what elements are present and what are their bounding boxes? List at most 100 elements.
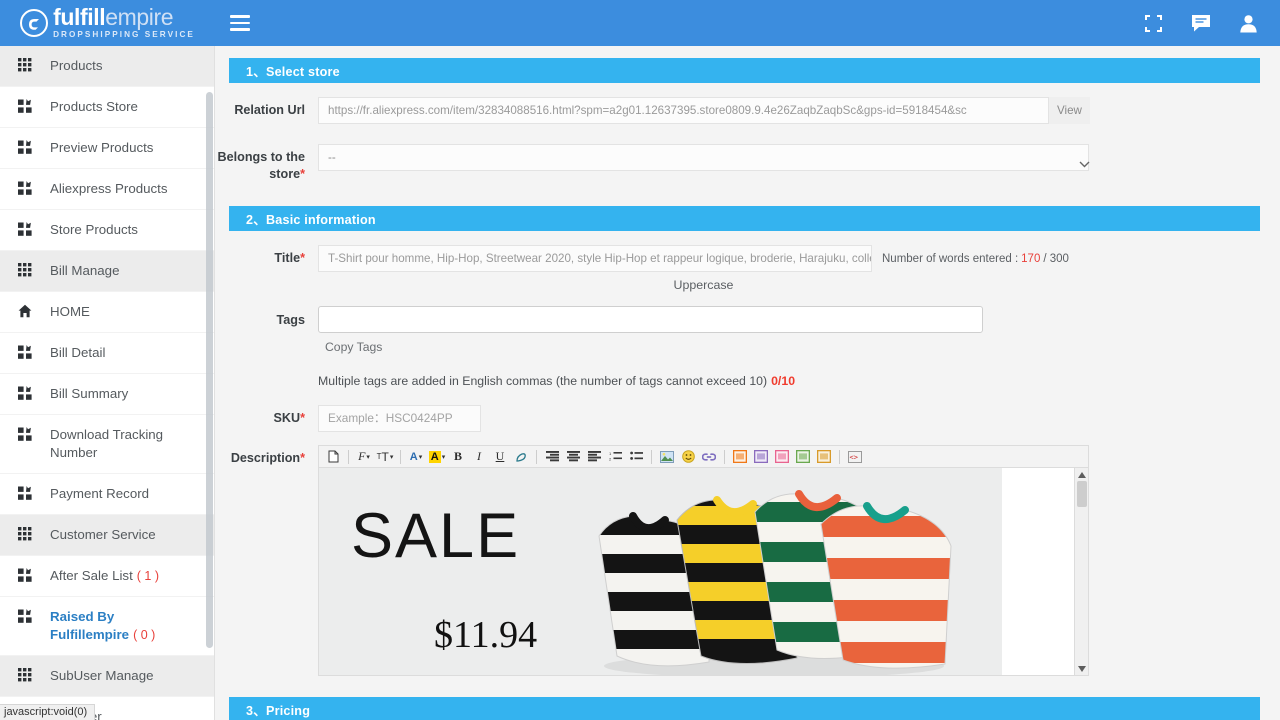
insert-file-icon[interactable] — [814, 447, 834, 466]
brand-wordmark: fulfillempire DROPSHIPPING SERVICE — [53, 6, 195, 39]
form-row-title: Title* T-Shirt pour homme, Hip-Hop, Stre… — [215, 245, 1280, 298]
banner-price-text: $11.94 — [434, 613, 537, 657]
sidebar-item-label: Raised By Fulfillempire — [50, 609, 129, 642]
section-header-basic-information: 2、Basic information — [229, 206, 1260, 231]
grid-9-dots-icon — [14, 263, 36, 277]
insert-anchor-icon[interactable] — [772, 447, 792, 466]
brand-name-bold: fulfill — [53, 4, 105, 30]
brand-name-light: empire — [105, 4, 173, 30]
editor-scrollbar[interactable] — [1074, 468, 1088, 675]
sidebar-item-bill-detail[interactable]: Bill Detail — [0, 333, 214, 374]
toolbar-separator — [651, 450, 652, 464]
svg-text:<>: <> — [850, 453, 858, 461]
toolbar-separator — [348, 450, 349, 464]
sidebar-item-label: Download Tracking Number — [50, 427, 163, 460]
title-input[interactable]: T-Shirt pour homme, Hip-Hop, Streetwear … — [318, 245, 872, 272]
sidebar-item-badge: ( 0 ) — [133, 628, 155, 642]
user-avatar-icon[interactable] — [1239, 14, 1258, 33]
sidebar-item-text-wrap: Bill Summary — [50, 385, 128, 403]
font-family-icon[interactable]: F▾ — [354, 447, 374, 466]
sidebar-item-products[interactable]: Products — [0, 46, 214, 87]
underline-icon[interactable]: U — [490, 447, 510, 466]
sidebar-navigation[interactable]: ProductsProducts StorePreview Products Al… — [0, 46, 215, 720]
sidebar-item-home[interactable]: HOME — [0, 292, 214, 333]
form-row-sku: SKU* Example：HSC0424PP — [215, 405, 1280, 432]
editor-content-area[interactable]: SALE $11.94 — [319, 468, 1088, 675]
sidebar-item-customer-service[interactable]: Customer Service — [0, 515, 214, 556]
chat-bubble-icon[interactable] — [1191, 14, 1211, 33]
sidebar-item-products-store[interactable]: Products Store — [0, 87, 214, 128]
view-button[interactable]: View — [1049, 97, 1090, 124]
clear-format-icon[interactable] — [511, 447, 531, 466]
emoji-icon[interactable] — [678, 447, 698, 466]
scroll-down-arrow-icon[interactable] — [1075, 662, 1088, 675]
sku-control: Example：HSC0424PP — [318, 405, 481, 432]
bold-icon[interactable]: B — [448, 447, 468, 466]
tags-input[interactable] — [318, 306, 983, 333]
brand-logo-area[interactable]: fulfillempire DROPSHIPPING SERVICE — [0, 0, 215, 46]
highlight-color-icon[interactable]: A▾ — [427, 447, 447, 466]
sidebar-item-preview-products[interactable]: Preview Products — [0, 128, 214, 169]
label-title: Title* — [215, 245, 305, 267]
sku-input[interactable]: Example：HSC0424PP — [318, 405, 481, 432]
insert-map-icon[interactable] — [751, 447, 771, 466]
sidebar-item-aliexpress-products[interactable]: Aliexpress Products — [0, 169, 214, 210]
brand-tagline: DROPSHIPPING SERVICE — [53, 31, 195, 39]
unordered-list-icon[interactable] — [626, 447, 646, 466]
banner-sale-text: SALE — [351, 500, 520, 572]
sidebar-item-raised-by-fulfillempire[interactable]: Raised By Fulfillempire ( 0 ) — [0, 597, 214, 656]
ordered-list-icon[interactable]: 12 — [605, 447, 625, 466]
source-code-icon[interactable]: <> — [845, 447, 865, 466]
paste-icon[interactable] — [323, 447, 343, 466]
description-control: F▾TT▾A▾A▾BIU12<> SALE $11.94 — [318, 445, 1089, 676]
sidebar-item-label: Customer Service — [50, 527, 156, 542]
main-content-panel: 1、Select store Relation Url https://fr.a… — [215, 46, 1280, 720]
sidebar-item-text-wrap: Aliexpress Products — [50, 180, 168, 198]
belongs-to-store-control: -- — [318, 144, 1089, 171]
uppercase-button[interactable]: Uppercase — [318, 272, 1089, 298]
label-title-text: Title — [274, 251, 300, 265]
sidebar-item-download-tracking-number[interactable]: Download Tracking Number — [0, 415, 214, 474]
svg-text:2: 2 — [609, 457, 612, 462]
hamburger-menu-icon[interactable] — [220, 0, 260, 46]
editor-scroll-thumb[interactable] — [1077, 481, 1087, 507]
sidebar-item-badge: ( 1 ) — [137, 569, 159, 583]
sidebar-item-bill-summary[interactable]: Bill Summary — [0, 374, 214, 415]
align-center-icon[interactable] — [563, 447, 583, 466]
text-color-icon[interactable]: A▾ — [406, 447, 426, 466]
align-right-icon[interactable] — [584, 447, 604, 466]
sidebar-item-bill-manage[interactable]: Bill Manage — [0, 251, 214, 292]
word-counter-separator: / — [1043, 253, 1046, 265]
sidebar-item-payment-record[interactable]: Payment Record — [0, 474, 214, 515]
sidebar-item-after-sale-list[interactable]: After Sale List( 1 ) — [0, 556, 214, 597]
insert-link-icon[interactable] — [699, 447, 719, 466]
grid-4-blocks-icon — [14, 140, 36, 154]
insert-video-icon[interactable] — [730, 447, 750, 466]
relation-url-input[interactable]: https://fr.aliexpress.com/item/328340885… — [318, 97, 1049, 124]
font-size-icon[interactable]: TT▾ — [375, 447, 395, 466]
insert-image-icon[interactable] — [657, 447, 677, 466]
sidebar-item-subuser-manage[interactable]: SubUser Manage — [0, 656, 214, 697]
grid-4-blocks-icon — [14, 345, 36, 359]
align-left-icon[interactable] — [542, 447, 562, 466]
label-belongs-to-store-text: Belongs to the store — [218, 150, 305, 181]
grid-4-blocks-icon — [14, 181, 36, 195]
copy-tags-button[interactable]: Copy Tags — [318, 333, 983, 354]
belongs-to-store-select[interactable]: -- — [318, 144, 1089, 171]
insert-table-icon[interactable] — [793, 447, 813, 466]
label-belongs-to-store: Belongs to the store* — [215, 144, 305, 183]
rich-text-editor[interactable]: F▾TT▾A▾A▾BIU12<> SALE $11.94 — [318, 445, 1089, 676]
toolbar-separator — [724, 450, 725, 464]
sidebar-item-store-products[interactable]: Store Products — [0, 210, 214, 251]
sidebar-scrollbar[interactable] — [206, 92, 213, 648]
scroll-up-arrow-icon[interactable] — [1075, 468, 1088, 481]
belongs-to-store-selected-value: -- — [328, 151, 336, 164]
fullscreen-icon[interactable] — [1144, 14, 1163, 33]
sidebar-item-label: Store Products — [50, 222, 138, 237]
sidebar-item-label: Bill Detail — [50, 345, 105, 360]
italic-icon[interactable]: I — [469, 447, 489, 466]
sidebar-item-text-wrap: Bill Manage — [50, 262, 119, 280]
section-header-select-store: 1、Select store — [229, 58, 1260, 83]
sidebar-item-text-wrap: SubUser Manage — [50, 667, 153, 685]
grid-4-blocks-icon — [14, 99, 36, 113]
